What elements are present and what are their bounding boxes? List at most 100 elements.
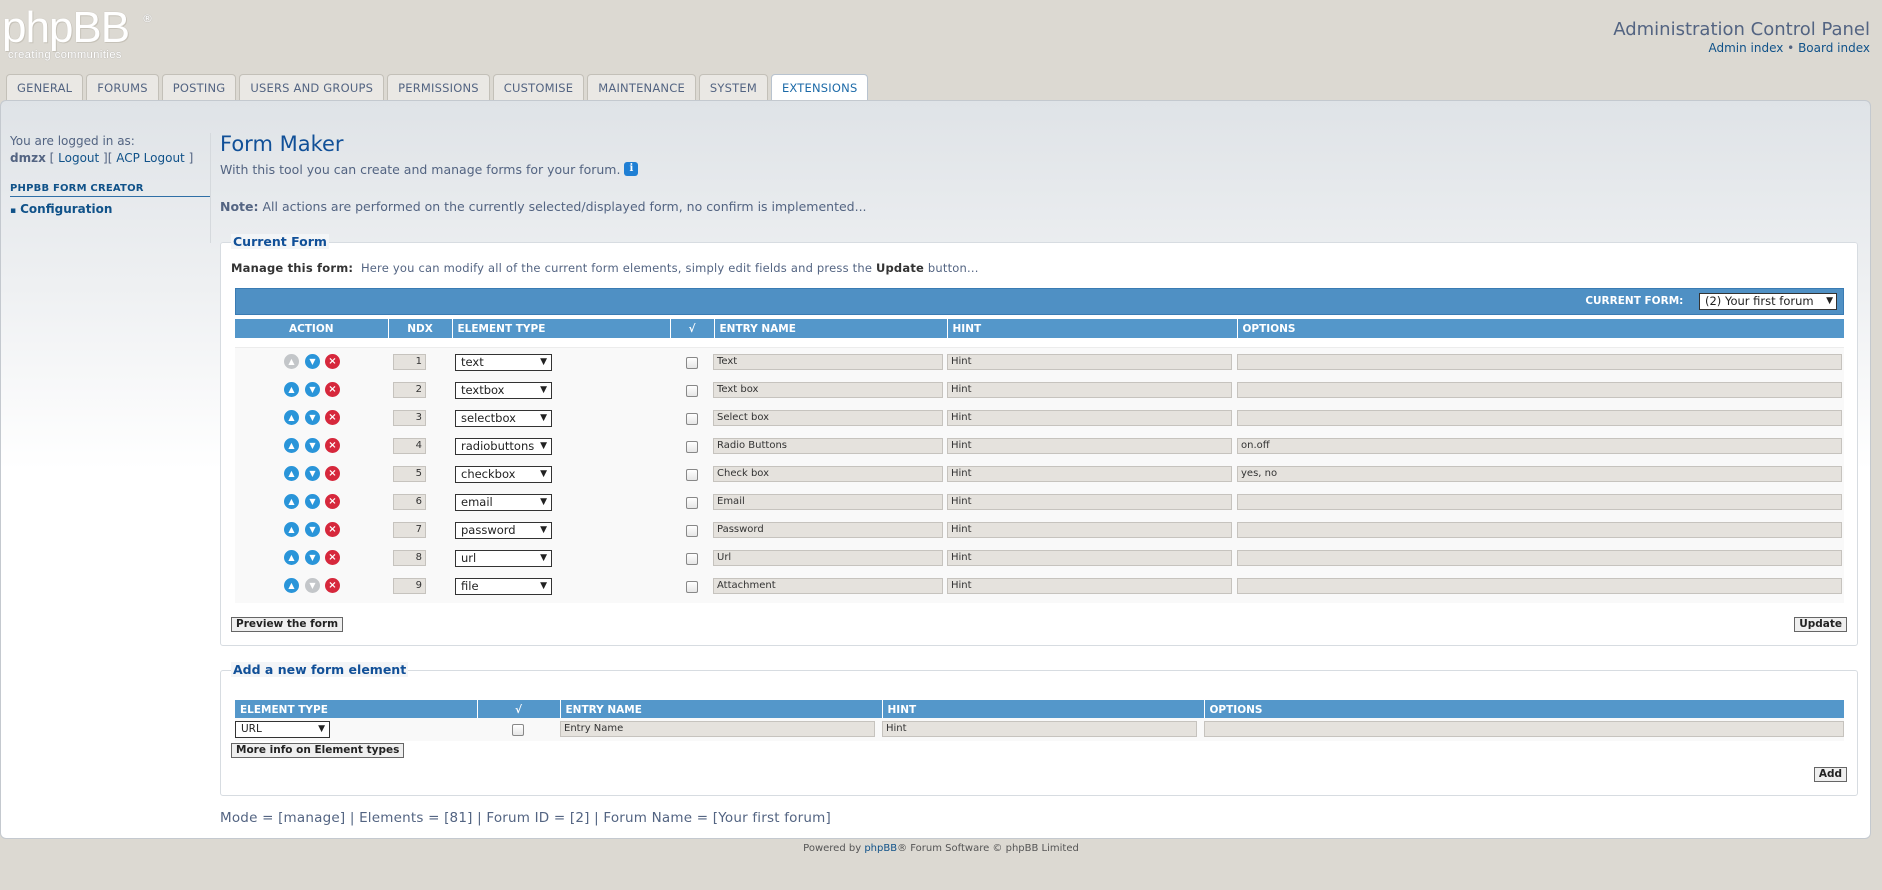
element-type-select[interactable]: checkbox ▼	[455, 466, 552, 483]
entry-name-input[interactable]: Text	[713, 354, 943, 370]
delete-icon[interactable]: ×	[325, 522, 340, 537]
arrow-down-icon[interactable]: ▼	[305, 382, 320, 397]
tab-permissions[interactable]: PERMISSIONS	[387, 74, 490, 100]
options-input[interactable]: yes, no	[1237, 466, 1842, 482]
new-entry-name-input[interactable]: Entry Name	[560, 721, 875, 737]
arrow-down-icon[interactable]: ▼	[305, 522, 320, 537]
arrow-up-icon[interactable]: ▲	[284, 494, 299, 509]
delete-icon[interactable]: ×	[325, 494, 340, 509]
hint-input[interactable]: Hint	[947, 578, 1232, 594]
arrow-up-icon[interactable]: ▲	[284, 578, 299, 593]
element-type-select[interactable]: selectbox ▼	[455, 410, 552, 427]
tab-forums[interactable]: FORUMS	[86, 74, 159, 100]
options-input[interactable]	[1237, 578, 1842, 594]
hint-input[interactable]: Hint	[947, 550, 1232, 566]
board-index-link[interactable]: Board index	[1798, 41, 1870, 55]
hint-input[interactable]: Hint	[947, 410, 1232, 426]
elements-table-header: ACTION NDX ELEMENT TYPE √ ENTRY NAME HIN…	[235, 319, 1845, 338]
chevron-down-icon: ▼	[540, 553, 547, 563]
hint-input[interactable]: Hint	[947, 494, 1232, 510]
required-checkbox[interactable]	[686, 581, 698, 593]
entry-name-input[interactable]: Radio Buttons	[713, 438, 943, 454]
arrow-up-icon[interactable]: ▲	[284, 382, 299, 397]
tab-posting[interactable]: POSTING	[161, 74, 237, 100]
preview-form-button[interactable]: Preview the form	[231, 617, 344, 632]
arrow-up-icon[interactable]: ▲	[284, 550, 299, 565]
phpbb-logo[interactable]: phpBB creating communities ®	[2, 6, 162, 66]
arrow-down-icon[interactable]: ▼	[305, 438, 320, 453]
delete-icon[interactable]: ×	[325, 410, 340, 425]
options-input[interactable]	[1237, 354, 1842, 370]
hint-input[interactable]: Hint	[947, 382, 1232, 398]
arrow-down-icon[interactable]: ▼	[305, 410, 320, 425]
entry-name-input[interactable]: Email	[713, 494, 943, 510]
arrow-down-icon[interactable]: ▼	[305, 550, 320, 565]
element-type-select[interactable]: email ▼	[455, 494, 552, 511]
more-info-button[interactable]: More info on Element types	[231, 743, 405, 758]
arrow-up-icon[interactable]: ▲	[284, 466, 299, 481]
options-input[interactable]	[1237, 382, 1842, 398]
arrow-up-icon[interactable]: ▲	[284, 410, 299, 425]
entry-name-input[interactable]: Attachment	[713, 578, 943, 594]
arrow-down-icon[interactable]: ▼	[305, 354, 320, 369]
phpbb-link[interactable]: phpBB	[864, 843, 897, 854]
options-input[interactable]	[1237, 522, 1842, 538]
info-icon[interactable]: i	[624, 162, 639, 176]
tab-system[interactable]: SYSTEM	[698, 74, 768, 100]
delete-icon[interactable]: ×	[325, 382, 340, 397]
required-checkbox[interactable]	[686, 469, 698, 481]
arrow-down-icon[interactable]: ▼	[305, 466, 320, 481]
add-button[interactable]: Add	[1813, 767, 1847, 782]
element-type-select[interactable]: textbox ▼	[455, 382, 552, 399]
entry-name-input[interactable]: Select box	[713, 410, 943, 426]
element-type-select[interactable]: password ▼	[455, 522, 552, 539]
required-checkbox[interactable]	[686, 357, 698, 369]
powered-by: Powered by phpBB® Forum Software © phpBB…	[0, 843, 1882, 854]
required-checkbox[interactable]	[686, 553, 698, 565]
required-checkbox[interactable]	[686, 385, 698, 397]
delete-icon[interactable]: ×	[325, 550, 340, 565]
arrow-up-icon[interactable]: ▲	[284, 438, 299, 453]
current-form-select[interactable]: (2) Your first forum ▼	[1699, 292, 1837, 310]
options-input[interactable]	[1237, 550, 1842, 566]
required-checkbox[interactable]	[686, 497, 698, 509]
sidebar-item-configuration[interactable]: ▪ Configuration	[10, 202, 210, 216]
entry-name-input[interactable]: Url	[713, 550, 943, 566]
options-input[interactable]	[1237, 410, 1842, 426]
tab-maintenance[interactable]: MAINTENANCE	[587, 74, 696, 100]
delete-icon[interactable]: ×	[325, 438, 340, 453]
required-checkbox[interactable]	[686, 441, 698, 453]
tab-extensions[interactable]: EXTENSIONS	[770, 74, 869, 102]
element-type-select[interactable]: text ▼	[455, 354, 552, 371]
entry-name-input[interactable]: Check box	[713, 466, 943, 482]
element-type-select[interactable]: radiobuttons ▼	[455, 438, 552, 455]
admin-index-link[interactable]: Admin index	[1708, 41, 1783, 55]
delete-icon[interactable]: ×	[325, 578, 340, 593]
entry-name-input[interactable]: Text box	[713, 382, 943, 398]
tab-users-and-groups[interactable]: USERS AND GROUPS	[239, 74, 385, 100]
required-checkbox[interactable]	[686, 413, 698, 425]
required-checkbox[interactable]	[686, 525, 698, 537]
entry-name-input[interactable]: Password	[713, 522, 943, 538]
tab-customise[interactable]: CUSTOMISE	[492, 74, 585, 100]
delete-icon[interactable]: ×	[325, 466, 340, 481]
new-hint-input[interactable]: Hint	[882, 721, 1197, 737]
hint-input[interactable]: Hint	[947, 466, 1232, 482]
hint-input[interactable]: Hint	[947, 354, 1232, 370]
new-element-type-select[interactable]: URL ▼	[235, 721, 330, 738]
hint-input[interactable]: Hint	[947, 438, 1232, 454]
new-element-checkbox[interactable]	[512, 724, 524, 736]
hint-input[interactable]: Hint	[947, 522, 1232, 538]
arrow-down-icon[interactable]: ▼	[305, 494, 320, 509]
options-input[interactable]: on.off	[1237, 438, 1842, 454]
update-button[interactable]: Update	[1794, 617, 1847, 632]
acp-logout-link[interactable]: ACP Logout	[116, 151, 185, 165]
options-input[interactable]	[1237, 494, 1842, 510]
logout-link[interactable]: Logout	[58, 151, 99, 165]
new-options-input[interactable]	[1204, 721, 1844, 737]
arrow-up-icon[interactable]: ▲	[284, 522, 299, 537]
tab-general[interactable]: GENERAL	[6, 74, 84, 100]
delete-icon[interactable]: ×	[325, 354, 340, 369]
element-type-select[interactable]: url ▼	[455, 550, 552, 567]
element-type-select[interactable]: file ▼	[455, 578, 552, 595]
